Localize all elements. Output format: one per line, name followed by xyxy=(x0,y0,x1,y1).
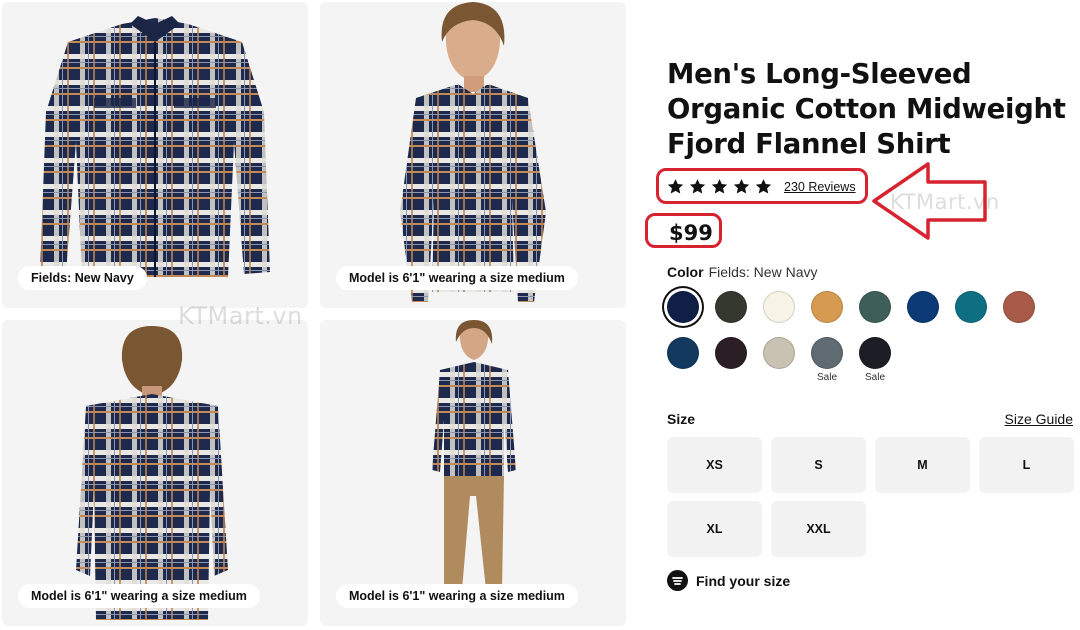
size-label: Size xyxy=(667,411,696,427)
ruler-icon xyxy=(667,570,688,591)
reviews-link[interactable]: 230 Reviews xyxy=(784,180,856,194)
size-option-l[interactable]: L xyxy=(979,437,1074,493)
color-swatch[interactable] xyxy=(667,337,699,369)
gallery-image-model-front[interactable]: Model is 6'1" wearing a size medium xyxy=(320,2,626,308)
color-swatch[interactable] xyxy=(859,291,891,323)
color-swatch[interactable] xyxy=(811,337,843,369)
gallery-image-model-full[interactable]: Model is 6'1" wearing a size medium xyxy=(320,320,626,626)
star-icon xyxy=(667,179,684,194)
model-back-illustration xyxy=(76,326,228,620)
color-label: Color xyxy=(667,264,704,280)
star-icon xyxy=(711,179,728,194)
image-caption: Model is 6'1" wearing a size medium xyxy=(336,266,578,290)
product-title: Men's Long-Sleeved Organic Cotton Midwei… xyxy=(667,58,1066,160)
color-swatch[interactable] xyxy=(955,291,987,323)
size-option-xs[interactable]: XS xyxy=(667,437,762,493)
size-option-xl[interactable]: XL xyxy=(667,501,762,557)
star-icon xyxy=(755,179,772,194)
model-front-illustration xyxy=(400,2,546,302)
find-your-size-label: Find your size xyxy=(696,572,791,589)
image-caption: Fields: New Navy xyxy=(18,266,147,290)
shirt-flat-illustration xyxy=(40,16,270,277)
color-swatch[interactable] xyxy=(811,291,843,323)
find-your-size-button[interactable]: Find your size xyxy=(667,570,790,591)
annotation-arrow-icon xyxy=(872,162,987,240)
size-guide-link[interactable]: Size Guide xyxy=(1005,411,1073,427)
color-swatch[interactable] xyxy=(859,337,891,369)
star-rating xyxy=(667,178,772,195)
size-option-m[interactable]: M xyxy=(875,437,970,493)
product-price: $99 xyxy=(669,221,713,245)
color-swatch[interactable] xyxy=(715,337,747,369)
color-swatch[interactable] xyxy=(763,291,795,323)
sale-label: Sale xyxy=(864,372,885,383)
gallery-image-model-back[interactable]: Model is 6'1" wearing a size medium xyxy=(2,320,308,626)
size-option-xxl[interactable]: XXL xyxy=(771,501,866,557)
color-selection-label: Color Fields: New Navy xyxy=(667,264,817,280)
gallery-image-flat-shirt[interactable]: Fields: New Navy xyxy=(2,2,308,308)
color-swatch[interactable] xyxy=(907,291,939,323)
sale-label: Sale xyxy=(816,372,837,383)
star-icon xyxy=(733,179,750,194)
product-rating: 230 Reviews xyxy=(667,178,856,195)
color-swatch[interactable] xyxy=(667,291,699,323)
image-caption: Model is 6'1" wearing a size medium xyxy=(18,584,260,608)
color-swatch[interactable] xyxy=(763,337,795,369)
watermark: KTMart.vn xyxy=(178,302,303,330)
star-icon xyxy=(689,179,706,194)
image-caption: Model is 6'1" wearing a size medium xyxy=(336,584,578,608)
color-swatch[interactable] xyxy=(1003,291,1035,323)
color-swatch[interactable] xyxy=(715,291,747,323)
model-full-illustration xyxy=(432,320,516,596)
selected-color-name: Fields: New Navy xyxy=(708,264,818,280)
size-option-s[interactable]: S xyxy=(771,437,866,493)
